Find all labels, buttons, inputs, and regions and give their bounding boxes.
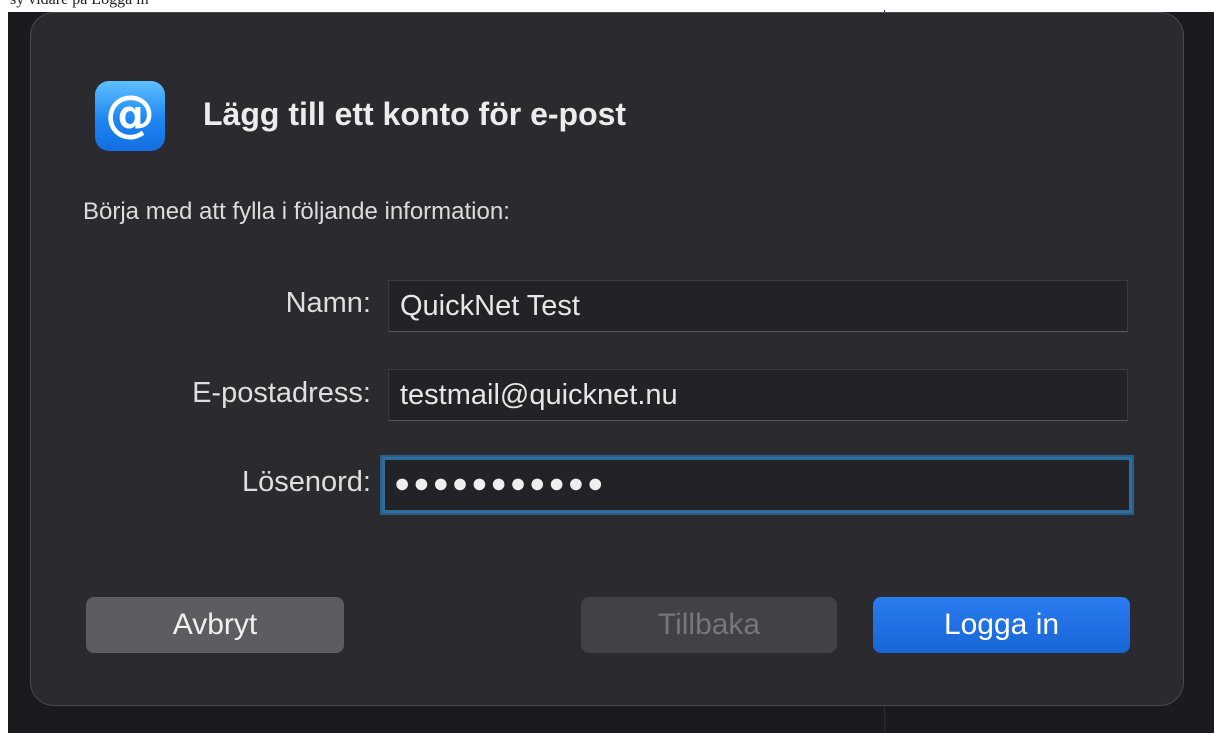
password-value: ●●●●●●●●●●● — [394, 468, 607, 498]
password-field[interactable]: ●●●●●●●●●●● — [382, 457, 1132, 513]
password-label: Lösenord: — [242, 466, 371, 498]
add-mail-account-dialog: @ Lägg till ett konto för e-post Börja m… — [30, 12, 1184, 706]
at-sign-icon: @ — [95, 81, 165, 151]
email-value: testmail@quicknet.nu — [400, 379, 678, 411]
name-value: QuickNet Test — [400, 290, 580, 322]
dialog-title: Lägg till ett konto för e-post — [203, 96, 627, 132]
name-label: Namn: — [285, 287, 371, 319]
background-text: sy vidare pa Logga in — [10, 0, 149, 9]
email-label: E-postadress: — [192, 377, 371, 409]
background-window-strip: sy vidare pa Logga in — [0, 0, 1214, 12]
name-field[interactable]: QuickNet Test — [388, 280, 1128, 332]
login-button[interactable]: Logga in — [873, 597, 1130, 653]
background-window-edge — [0, 0, 8, 733]
back-button[interactable]: Tillbaka — [581, 597, 837, 653]
dialog-intro: Börja med att fylla i följande informati… — [83, 198, 510, 225]
cancel-button[interactable]: Avbryt — [86, 597, 344, 653]
email-field[interactable]: testmail@quicknet.nu — [388, 369, 1128, 421]
